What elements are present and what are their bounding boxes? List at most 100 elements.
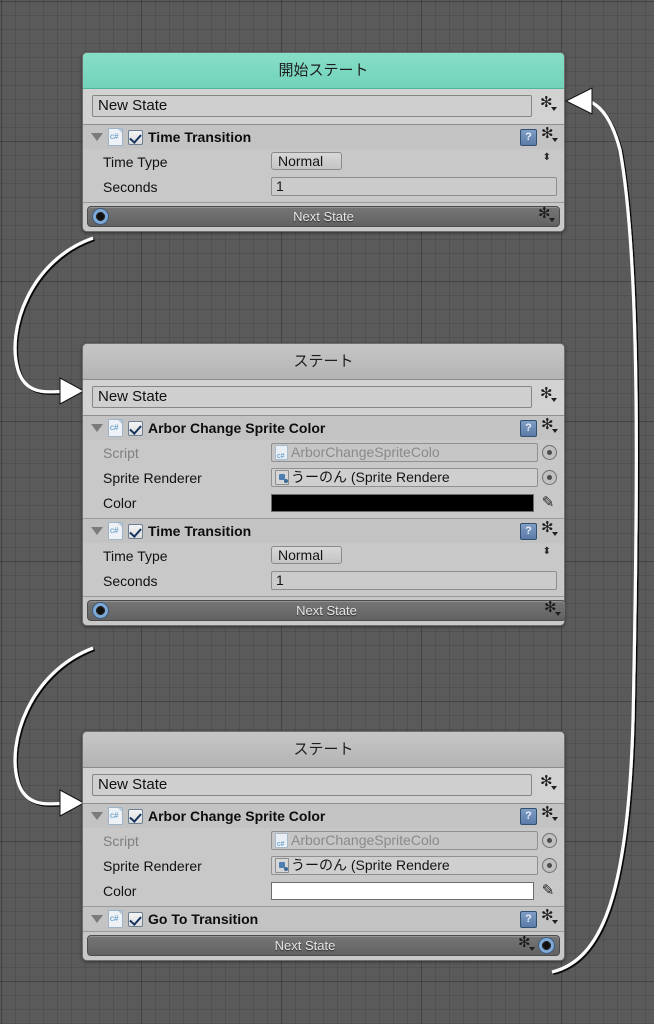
behaviour-arbor-change-sprite-color: Arbor Change Sprite Color Script ArborCh… [83, 804, 564, 907]
next-state-label: Next State [274, 938, 336, 953]
help-book-icon[interactable] [520, 910, 537, 928]
sprite-renderer-icon [275, 470, 289, 485]
behaviour-enabled-checkbox[interactable] [128, 129, 143, 145]
time-type-dropdown[interactable]: Normal [271, 546, 343, 564]
color-swatch[interactable] [271, 881, 534, 900]
behaviour-enabled-checkbox[interactable] [128, 523, 143, 539]
foldout-triangle-icon[interactable] [91, 527, 103, 535]
chevron-updown-icon: ⬍ [542, 152, 551, 163]
behaviour-header[interactable]: Time Transition [83, 125, 564, 149]
next-state-bar[interactable]: Next State [87, 600, 566, 621]
eyedropper-icon[interactable]: ✎ [539, 494, 557, 512]
node-footer: Next State [83, 203, 564, 231]
sprite-renderer-object-field[interactable]: うーのん (Sprite Rendere [271, 468, 538, 487]
object-picker-icon[interactable] [542, 858, 557, 873]
seconds-input[interactable]: 1 [271, 177, 557, 196]
foldout-triangle-icon[interactable] [91, 133, 103, 141]
state-node-start[interactable]: 開始ステート New State Time Transition Time Ty… [82, 52, 565, 232]
behaviour-time-transition: Time Transition Time Type Normal ⬍ Secon… [83, 519, 564, 597]
help-book-icon[interactable] [520, 419, 537, 437]
behaviour-header[interactable]: Arbor Change Sprite Color [83, 416, 564, 440]
property-label: Seconds [103, 178, 158, 195]
behaviour-header[interactable]: Go To Transition [83, 907, 564, 931]
behaviour-header[interactable]: Arbor Change Sprite Color [83, 804, 564, 828]
behaviour-title: Go To Transition [148, 911, 259, 927]
color-swatch[interactable] [271, 493, 534, 512]
edge-arrow-start [564, 87, 593, 115]
state-menu-gear-icon[interactable] [540, 95, 557, 114]
foldout-triangle-icon[interactable] [91, 812, 103, 820]
behaviour-menu-gear-icon[interactable] [541, 520, 558, 539]
next-state-gear-icon[interactable] [544, 600, 561, 619]
state-name-input[interactable]: New State [92, 774, 532, 796]
seconds-input[interactable]: 1 [271, 571, 557, 590]
state-name-input[interactable]: New State [92, 95, 532, 117]
arbor-graph-canvas[interactable]: 開始ステート New State Time Transition Time Ty… [0, 0, 654, 1024]
behaviour-go-to-transition: Go To Transition [83, 907, 564, 932]
foldout-triangle-icon[interactable] [91, 424, 103, 432]
transition-connector-out[interactable] [92, 208, 109, 225]
csharp-script-icon [108, 910, 123, 928]
behaviour-menu-gear-icon[interactable] [541, 805, 558, 824]
behaviour-title: Time Transition [148, 523, 252, 539]
behaviour-enabled-checkbox[interactable] [128, 420, 143, 436]
property-label: Script [103, 444, 139, 461]
behaviour-title: Arbor Change Sprite Color [148, 420, 326, 436]
behaviour-menu-gear-icon[interactable] [541, 126, 558, 145]
behaviour-enabled-checkbox[interactable] [128, 911, 143, 927]
next-state-gear-icon[interactable] [538, 206, 555, 225]
property-row: Sprite Renderer うーのん (Sprite Rendere [83, 853, 564, 878]
state-name-row: New State [83, 768, 564, 804]
next-state-label: Next State [296, 603, 357, 618]
state-node-second[interactable]: ステート New State Arbor Change Sprite Color… [82, 343, 566, 626]
property-row: Seconds 1 [83, 568, 564, 593]
help-book-icon[interactable] [520, 128, 537, 146]
property-label: Time Type [103, 153, 168, 170]
eyedropper-icon[interactable]: ✎ [539, 882, 557, 900]
script-object-field: ArborChangeSpriteColo [271, 831, 538, 850]
state-node-third[interactable]: ステート New State Arbor Change Sprite Color… [82, 731, 565, 961]
behaviour-menu-gear-icon[interactable] [541, 417, 558, 436]
csharp-script-icon [108, 128, 123, 146]
script-object-value: ArborChangeSpriteColo [291, 444, 440, 460]
help-book-icon[interactable] [520, 807, 537, 825]
property-label: Time Type [103, 547, 168, 564]
object-picker-icon[interactable] [542, 833, 557, 848]
node-header-title: ステート [83, 344, 564, 380]
property-label: Seconds [103, 572, 158, 589]
behaviour-time-transition: Time Transition Time Type Normal ⬍ Secon… [83, 125, 564, 203]
sprite-renderer-object-field[interactable]: うーのん (Sprite Rendere [271, 856, 538, 875]
state-menu-gear-icon[interactable] [540, 774, 557, 793]
property-label: Sprite Renderer [103, 469, 202, 486]
next-state-bar[interactable]: Next State [87, 935, 560, 956]
foldout-triangle-icon[interactable] [91, 915, 103, 923]
transition-connector-out[interactable] [538, 937, 555, 954]
time-type-dropdown[interactable]: Normal [271, 152, 343, 170]
property-row: Time Type Normal ⬍ [83, 149, 564, 174]
property-row: Time Type Normal ⬍ [83, 543, 564, 568]
property-row: Script ArborChangeSpriteColo [83, 440, 564, 465]
csharp-script-icon [108, 419, 123, 437]
sprite-renderer-value: うーのん (Sprite Rendere [291, 469, 450, 485]
transition-connector-out[interactable] [92, 602, 109, 619]
property-label: Color [103, 882, 137, 899]
property-row: Color ✎ [83, 490, 564, 515]
behaviour-enabled-checkbox[interactable] [128, 808, 143, 824]
node-header-title: 開始ステート [83, 53, 564, 89]
behaviour-menu-gear-icon[interactable] [541, 908, 558, 927]
next-state-bar[interactable]: Next State [87, 206, 560, 227]
object-picker-icon[interactable] [542, 445, 557, 460]
state-name-input[interactable]: New State [92, 386, 532, 408]
help-book-icon[interactable] [520, 522, 537, 540]
state-menu-gear-icon[interactable] [540, 386, 557, 405]
property-label: Sprite Renderer [103, 857, 202, 874]
behaviour-header[interactable]: Time Transition [83, 519, 564, 543]
next-state-gear-icon[interactable] [518, 935, 535, 954]
property-row: Color ✎ [83, 878, 564, 903]
property-label: Script [103, 832, 139, 849]
object-picker-icon[interactable] [542, 470, 557, 485]
property-row: Script ArborChangeSpriteColo [83, 828, 564, 853]
csharp-script-icon [275, 445, 288, 461]
state-name-row: New State [83, 89, 564, 125]
sprite-renderer-value: うーのん (Sprite Rendere [291, 857, 450, 873]
